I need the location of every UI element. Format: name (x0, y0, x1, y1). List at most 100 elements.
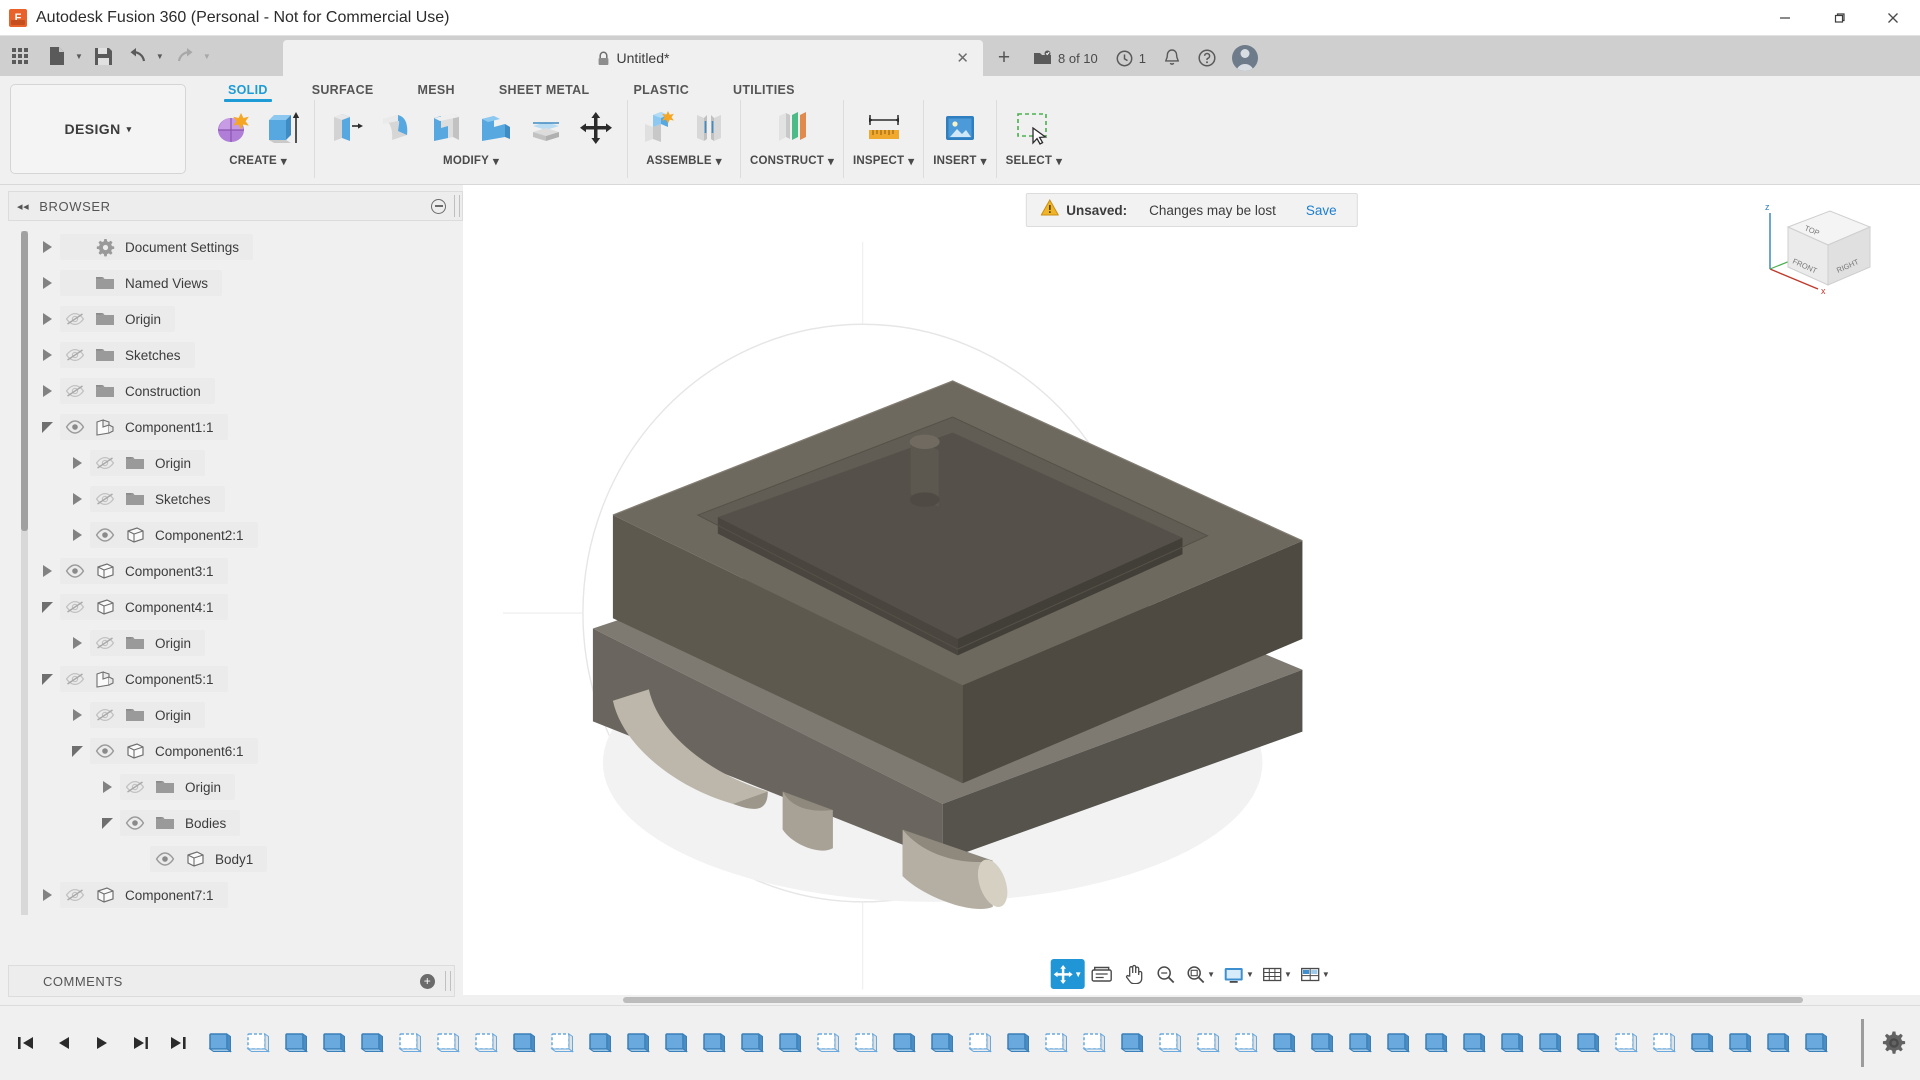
combine-icon[interactable] (474, 106, 518, 150)
collapse-left-icon[interactable]: ◂◂ (17, 200, 29, 213)
tree-expand-icon[interactable] (34, 313, 60, 325)
timeline-feature[interactable] (1684, 1023, 1720, 1063)
new-document-group[interactable]: ▼ (40, 41, 87, 71)
undo-group[interactable]: ▼ (121, 41, 168, 71)
pan-tool-button[interactable] (1119, 959, 1149, 989)
panel-modify-label[interactable]: MODIFY ▾ (443, 154, 499, 168)
panel-assemble-label[interactable]: ASSEMBLE ▾ (646, 154, 721, 168)
eye-hidden-icon[interactable] (90, 708, 120, 722)
tree-row[interactable]: Component6:1 (8, 733, 463, 769)
offset-face-icon[interactable] (524, 106, 568, 150)
eye-hidden-icon[interactable] (60, 600, 90, 614)
eye-visible-icon[interactable] (60, 420, 90, 434)
canvas-horizontal-scrollbar[interactable] (463, 995, 1920, 1005)
timeline-feature[interactable] (354, 1023, 390, 1063)
zoom-tool-button[interactable] (1151, 959, 1181, 989)
panel-insert-caret-icon[interactable]: ▾ (981, 154, 987, 168)
tree-expand-icon[interactable] (94, 781, 120, 793)
timeline-feature[interactable] (468, 1023, 504, 1063)
tree-row[interactable]: Component4:1 (8, 589, 463, 625)
timeline-feature[interactable] (734, 1023, 770, 1063)
eye-visible-icon[interactable] (90, 528, 120, 542)
panel-inspect-label[interactable]: INSPECT ▾ (853, 154, 914, 168)
tree-row[interactable]: Origin (8, 445, 463, 481)
insert-canvas-icon[interactable] (938, 106, 982, 150)
timeline-feature[interactable] (1342, 1023, 1378, 1063)
new-document-caret[interactable]: ▼ (75, 52, 83, 61)
tree-row[interactable]: Origin (8, 301, 463, 337)
create-sketch-icon[interactable] (211, 106, 255, 150)
undo-icon[interactable] (121, 41, 155, 71)
eye-visible-icon[interactable] (120, 816, 150, 830)
extrude-icon[interactable] (261, 106, 305, 150)
tree-expand-icon[interactable] (34, 385, 60, 397)
eye-hidden-icon[interactable] (90, 456, 120, 470)
close-tab-icon[interactable]: ✕ (956, 49, 969, 67)
panel-select-label[interactable]: SELECT ▾ (1006, 154, 1063, 168)
timeline-feature[interactable] (1228, 1023, 1264, 1063)
browser-tree[interactable]: Document Settings Named Views Origin Sketch… (8, 221, 463, 1005)
panel-assemble-caret-icon[interactable]: ▾ (716, 154, 722, 168)
tree-expand-icon[interactable] (34, 889, 60, 901)
save-button[interactable]: Save (1306, 203, 1337, 218)
tab-sheet-metal[interactable]: SHEET METAL (477, 83, 612, 100)
minimize-icon[interactable] (431, 198, 446, 214)
user-avatar[interactable] (1232, 45, 1258, 71)
new-document-icon[interactable] (40, 41, 74, 71)
eye-visible-icon[interactable] (60, 564, 90, 578)
tree-row[interactable]: Origin (8, 697, 463, 733)
comments-resize-grip[interactable] (445, 971, 451, 991)
tree-expand-icon[interactable] (34, 565, 60, 577)
tree-row[interactable]: Document Settings (8, 229, 463, 265)
panel-resize-grip[interactable] (454, 195, 460, 217)
timeline-feature[interactable] (1570, 1023, 1606, 1063)
step-forward-button[interactable] (122, 1023, 158, 1063)
timeline-feature[interactable] (1418, 1023, 1454, 1063)
timeline-feature[interactable] (620, 1023, 656, 1063)
timeline-feature[interactable] (658, 1023, 694, 1063)
orbit-tool-button[interactable]: ▼ (1050, 959, 1086, 989)
tree-row[interactable]: Component5:1 (8, 661, 463, 697)
add-comment-icon[interactable]: + (420, 973, 435, 989)
panel-inspect-caret-icon[interactable]: ▾ (908, 154, 914, 168)
tree-expand-icon[interactable] (64, 457, 90, 469)
tree-collapse-icon[interactable] (34, 421, 60, 433)
redo-group[interactable]: ▼ (168, 41, 215, 71)
eye-hidden-icon[interactable] (90, 492, 120, 506)
measure-icon[interactable] (862, 106, 906, 150)
shell-icon[interactable] (424, 106, 468, 150)
new-component-icon[interactable] (637, 106, 681, 150)
timeline-feature[interactable] (848, 1023, 884, 1063)
workspace-caret-icon[interactable]: ▾ (127, 124, 132, 135)
timeline-feature[interactable] (1760, 1023, 1796, 1063)
tree-row[interactable]: Component1:1 (8, 409, 463, 445)
display-settings-button[interactable] (1087, 959, 1117, 989)
tree-row[interactable]: Bodies (8, 805, 463, 841)
tree-row[interactable]: Body1 (8, 841, 463, 877)
timeline-feature[interactable] (696, 1023, 732, 1063)
grid-snap-caret-icon[interactable]: ▼ (1284, 970, 1292, 979)
panel-create-label[interactable]: CREATE ▾ (229, 154, 287, 168)
offset-plane-icon[interactable] (770, 106, 814, 150)
tab-surface[interactable]: SURFACE (290, 83, 396, 100)
redo-icon[interactable] (168, 41, 202, 71)
eye-hidden-icon[interactable] (60, 312, 90, 326)
tree-row[interactable]: Sketches (8, 337, 463, 373)
panel-select-caret-icon[interactable]: ▾ (1056, 154, 1062, 168)
fillet-icon[interactable] (374, 106, 418, 150)
eye-hidden-icon[interactable] (60, 672, 90, 686)
visual-style-button[interactable]: ▼ (1220, 959, 1257, 989)
timeline-feature[interactable] (202, 1023, 238, 1063)
eye-hidden-icon[interactable] (90, 636, 120, 650)
timeline-feature[interactable] (1608, 1023, 1644, 1063)
new-tab-button[interactable]: + (983, 40, 1025, 76)
eye-hidden-icon[interactable] (120, 780, 150, 794)
timeline-feature[interactable] (506, 1023, 542, 1063)
comments-panel[interactable]: COMMENTS + (8, 965, 455, 997)
panel-construct-caret-icon[interactable]: ▾ (828, 154, 834, 168)
tree-collapse-icon[interactable] (64, 745, 90, 757)
tree-row[interactable]: Component7:1 (8, 877, 463, 913)
save-icon[interactable] (87, 41, 121, 71)
timeline-feature[interactable] (1494, 1023, 1530, 1063)
timeline-feature[interactable] (240, 1023, 276, 1063)
